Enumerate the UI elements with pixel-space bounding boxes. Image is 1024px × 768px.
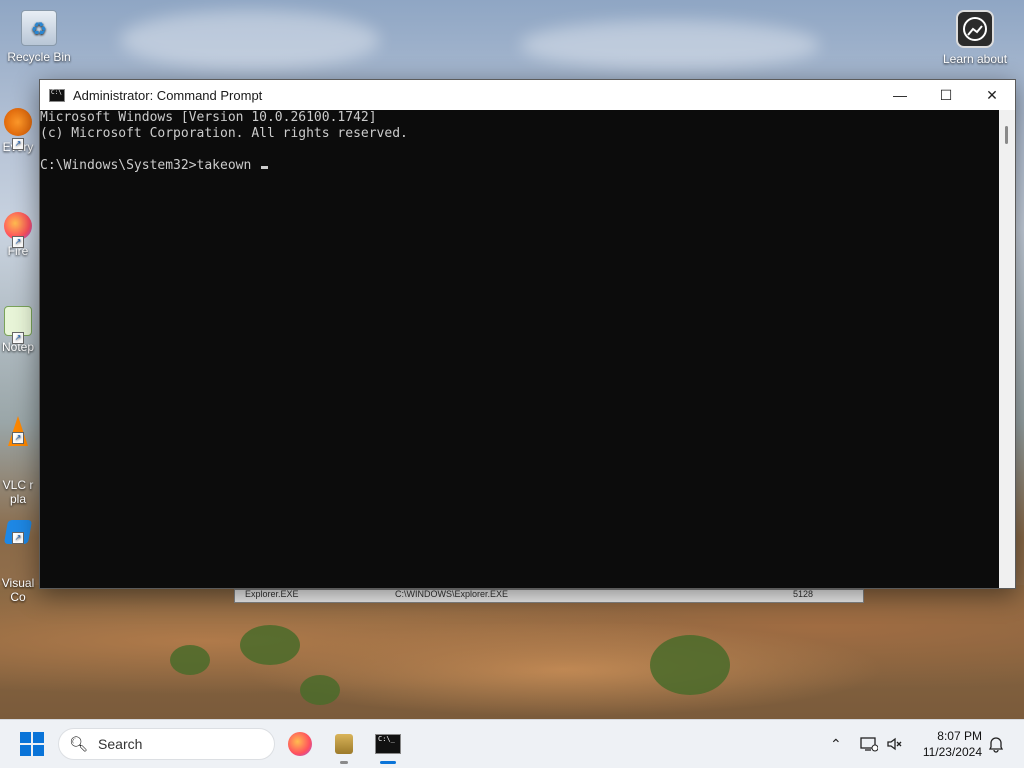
search-placeholder: Search [98,736,143,752]
console-input-text: C:\Windows\System32>takeown [40,158,260,173]
volume-button[interactable] [886,720,904,768]
clock-time: 8:07 PM [937,729,982,743]
command-prompt-window[interactable]: Administrator: Command Prompt — ☐ ✕ Micr… [39,79,1016,589]
everything-icon [4,108,32,136]
security-app-icon [335,734,353,754]
window-controls: — ☐ ✕ [877,80,1015,110]
shortcut-arrow-icon: ↗ [12,236,24,248]
desktop-icon-notepadpp[interactable]: ↗ Notep [0,306,38,354]
text-cursor [261,166,269,169]
bell-icon [988,737,1004,753]
desktop-icon-learn-about[interactable]: Learn about [940,10,1010,66]
chevron-up-icon: ⌃ [830,735,842,752]
show-hidden-icons-button[interactable]: ⌃ [830,720,842,768]
running-indicator [340,761,348,764]
console-line: (c) Microsoft Corporation. All rights re… [40,126,408,141]
taskbar-app-lock[interactable] [330,730,358,758]
clock-date: 11/23/2024 [922,745,982,759]
title-bar[interactable]: Administrator: Command Prompt — ☐ ✕ [40,80,1015,110]
console-output[interactable]: Microsoft Windows [Version 10.0.26100.17… [40,110,1000,588]
search-box[interactable]: 🔍︎ Search [58,728,275,760]
maximize-button[interactable]: ☐ [923,80,969,110]
close-icon: ✕ [986,86,998,103]
taskbar: 🔍︎ Search C:\_ ⌃ 8:07 PM 11/23/2024 [0,719,1024,768]
start-button[interactable] [20,732,44,756]
vertical-scrollbar[interactable] [999,110,1015,588]
cmd-icon [49,88,65,102]
windows-logo-icon [20,732,31,743]
search-icon: 🔍︎ [69,736,89,753]
scrollbar-thumb[interactable] [1005,126,1008,144]
taskbar-firefox[interactable] [286,730,314,758]
recycle-bin-icon: ♻ [21,10,57,46]
firefox-icon [288,732,312,756]
network-icon [860,737,878,752]
speaker-muted-icon [887,737,902,751]
process-path: C:\WINDOWS\Explorer.EXE [395,589,509,599]
console-prompt-line[interactable]: C:\Windows\System32>takeown [40,158,1000,174]
desktop-icon-everything[interactable]: ↗ Every [0,108,38,154]
cmd-icon: C:\_ [375,734,401,754]
shortcut-arrow-icon: ↗ [12,332,24,344]
maximize-icon: ☐ [939,86,953,103]
desktop-icon-label: Recycle Bin [7,50,71,64]
minimize-button[interactable]: — [877,80,923,110]
console-line: Microsoft Windows [Version 10.0.26100.17… [40,110,377,125]
svg-text:♻: ♻ [31,19,47,39]
shortcut-arrow-icon: ↗ [12,432,24,444]
process-name: Explorer.EXE [245,589,299,599]
shortcut-arrow-icon: ↗ [12,138,24,150]
clock[interactable]: 8:07 PM 11/23/2024 [923,728,982,760]
desktop-icon-firefox[interactable]: ↗ Fire [0,212,38,258]
notifications-button[interactable] [988,720,1004,768]
background-window-row: Explorer.EXE C:\WINDOWS\Explorer.EXE 512… [234,589,864,603]
wallpaper-cloud [520,20,820,70]
desktop-icon-vscode[interactable]: ↗ Visual Co [0,506,38,618]
taskbar-command-prompt[interactable]: C:\_ [374,730,402,758]
process-pid: 5128 [793,589,814,599]
wallpaper-cliffs [0,585,1024,725]
minimize-icon: — [893,87,907,103]
desktop-icon-label: Learn about [942,52,1008,66]
learn-about-picture-icon [956,10,994,48]
wallpaper-cloud [120,10,380,70]
shortcut-arrow-icon: ↗ [12,532,24,544]
desktop-icon-label: VLC r pla [2,478,34,506]
desktop-icon-vlc[interactable]: ↗ VLC r pla [0,402,38,520]
close-button[interactable]: ✕ [969,80,1015,110]
window-title: Administrator: Command Prompt [73,87,263,103]
active-indicator [380,761,396,764]
network-button[interactable] [860,720,878,768]
desktop-icon-recycle-bin[interactable]: ♻ Recycle Bin [4,10,74,64]
desktop-icon-label: Visual Co [1,576,35,604]
